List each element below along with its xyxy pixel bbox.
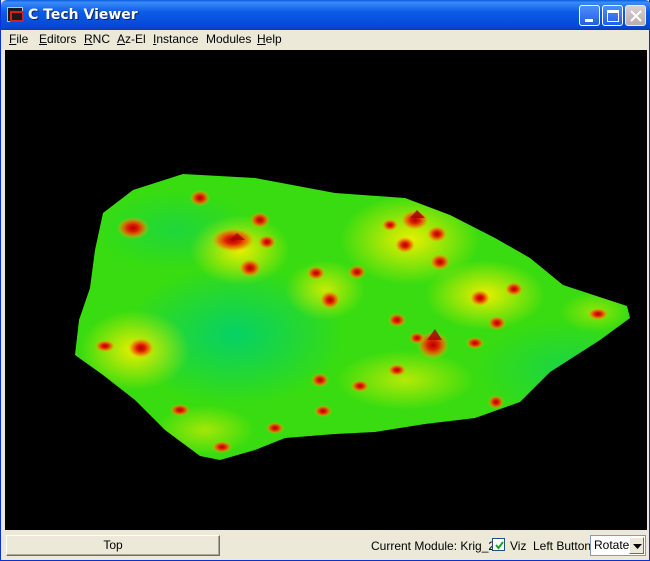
checkmark-icon — [495, 541, 504, 550]
dropdown-arrow-button[interactable] — [629, 537, 644, 554]
menu-file[interactable]: File — [9, 32, 28, 46]
title-bar[interactable]: C Tech Viewer — [1, 0, 650, 30]
close-icon — [630, 10, 642, 22]
minimize-button[interactable] — [579, 5, 600, 26]
app-icon[interactable] — [7, 7, 24, 22]
menu-rnc[interactable]: RNC — [84, 32, 110, 46]
chevron-down-icon — [633, 544, 642, 549]
menu-modules[interactable]: Modules — [206, 32, 251, 46]
viz-label: Viz — [510, 539, 527, 553]
app-window: C Tech Viewer File Editors RNC Az-El Instanc… — [0, 0, 650, 561]
status-bar: Top Current Module: Krig_2D Viz Left But… — [2, 531, 649, 560]
3d-viewport[interactable] — [5, 50, 647, 530]
krig-surface-render — [75, 174, 630, 460]
menu-bar: File Editors RNC Az-El Instance Modules Help — [2, 30, 649, 50]
left-button-mode-select[interactable]: Rotate — [590, 535, 646, 556]
viz-checkbox[interactable] — [492, 538, 505, 551]
menu-help[interactable]: Help — [257, 32, 282, 46]
maximize-button[interactable] — [602, 5, 623, 26]
menu-editors[interactable]: Editors — [39, 32, 76, 46]
close-button[interactable] — [625, 5, 646, 26]
menu-az-el[interactable]: Az-El — [117, 32, 146, 46]
current-module-label: Current Module: Krig_2D — [371, 539, 504, 553]
maximize-icon — [607, 10, 619, 22]
left-button-label: Left Button — [533, 539, 592, 553]
menu-instance[interactable]: Instance — [153, 32, 198, 46]
left-button-mode-value: Rotate — [594, 538, 630, 552]
minimize-icon — [585, 19, 593, 22]
top-view-button[interactable]: Top — [6, 535, 220, 556]
window-title: C Tech Viewer — [28, 7, 138, 23]
